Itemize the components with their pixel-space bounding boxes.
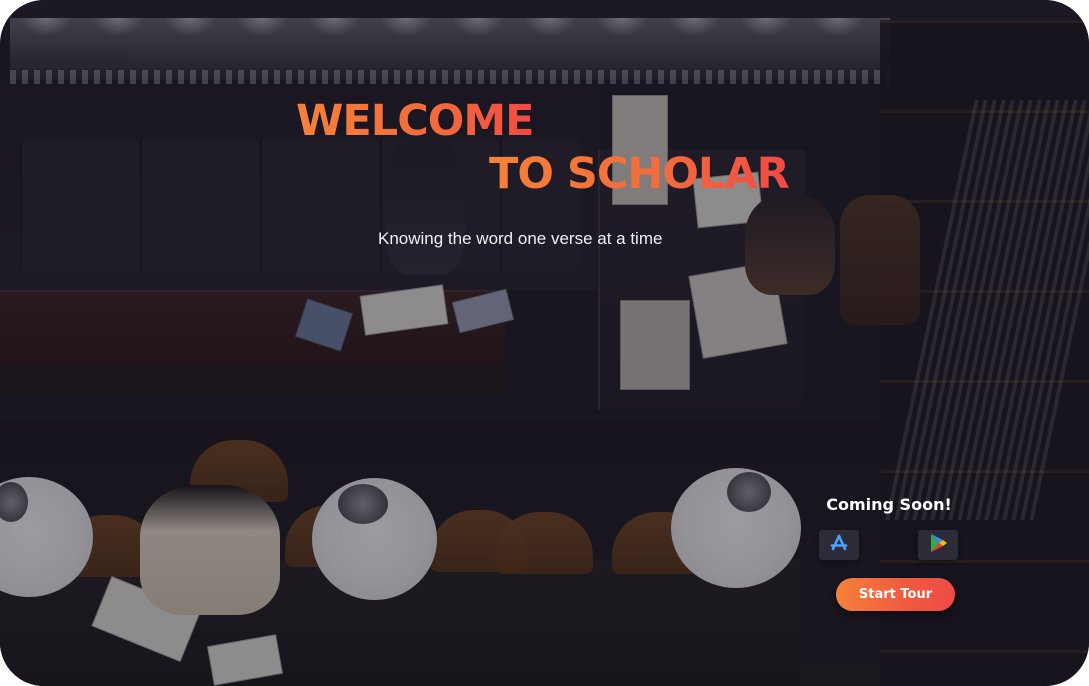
hero-title-line-2: TO SCHOLAR [489, 149, 790, 199]
app-store-button[interactable] [819, 530, 859, 560]
app-store-icon [829, 533, 849, 558]
google-play-icon [928, 532, 948, 559]
coming-soon-heading: Coming Soon! [826, 495, 952, 514]
hero-tagline: Knowing the word one verse at a time [378, 229, 663, 248]
start-tour-button[interactable]: Start Tour [836, 578, 955, 611]
app-window: WELCOME TO SCHOLAR Knowing the word one … [0, 0, 1089, 686]
google-play-button[interactable] [918, 530, 958, 560]
hero-title-line-1: WELCOME [296, 96, 534, 146]
